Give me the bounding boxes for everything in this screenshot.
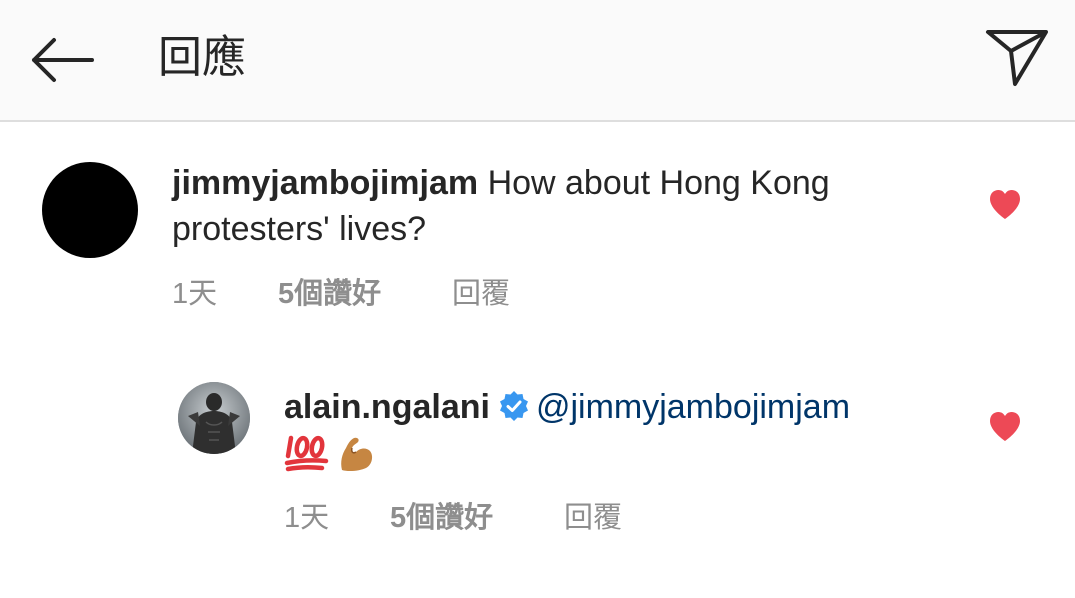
- reply-avatar[interactable]: [178, 382, 250, 454]
- flexed-biceps-emoji: [341, 437, 373, 472]
- comment-username[interactable]: jimmyjambojimjam: [172, 164, 478, 202]
- share-button[interactable]: [982, 24, 1052, 90]
- reply-emoji: [284, 432, 376, 472]
- reply-mention[interactable]: @jimmyjambojimjam: [536, 388, 850, 426]
- back-arrow-icon: [32, 38, 94, 82]
- page-title: 回應: [158, 33, 246, 82]
- back-button[interactable]: [26, 32, 98, 88]
- reply-likes[interactable]: 5個讚好: [390, 494, 493, 536]
- comment-likes[interactable]: 5個讚好: [278, 270, 381, 312]
- header-bar: 回應: [0, 0, 1075, 122]
- reply-username[interactable]: alain.ngalani: [284, 388, 490, 426]
- verified-badge-icon: [499, 391, 528, 421]
- reply-time: 1天: [284, 502, 330, 534]
- avatar-photo: [178, 382, 250, 454]
- avatar[interactable]: [42, 162, 138, 258]
- hundred-points-emoji: [284, 435, 329, 472]
- comment-reply-button[interactable]: 回覆: [452, 270, 510, 312]
- comment-time: 1天: [172, 278, 218, 310]
- heart-icon[interactable]: [988, 410, 1022, 442]
- send-icon: [986, 30, 1048, 86]
- reply-body: alain.ngalani @jimmyjambojimjam: [284, 384, 974, 430]
- reply-reply-button[interactable]: 回覆: [564, 494, 622, 536]
- heart-icon[interactable]: [988, 188, 1022, 220]
- comment-body: jimmyjambojimjam How about Hong Kong pro…: [172, 160, 962, 252]
